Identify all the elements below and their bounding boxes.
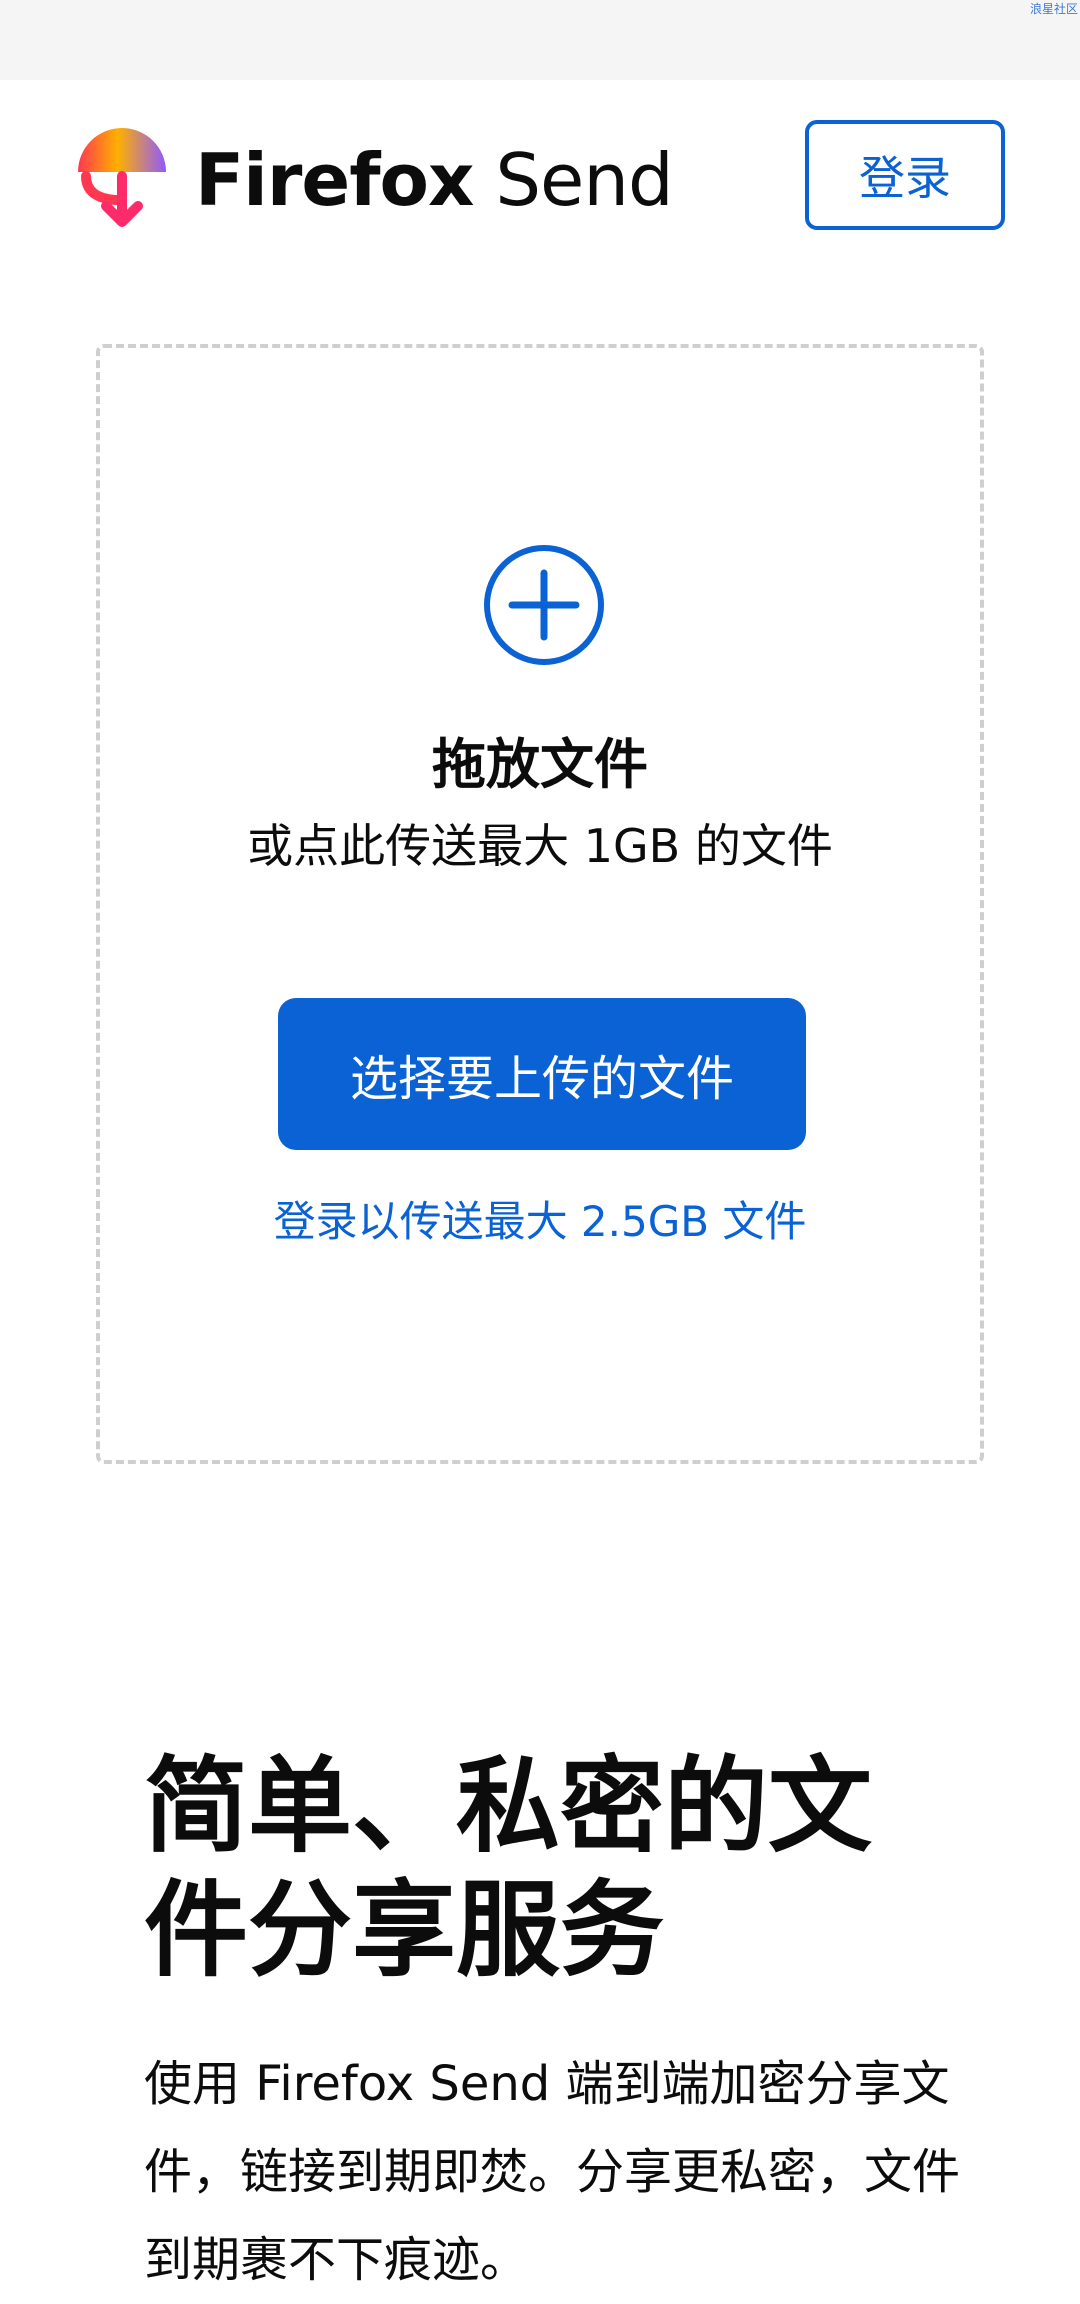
plus-circle-icon[interactable] xyxy=(482,543,606,667)
signin-upgrade-link[interactable]: 登录以传送最大 2.5GB 文件 xyxy=(100,1194,980,1250)
firefox-send-logo-icon[interactable] xyxy=(72,128,172,228)
brand-title: Firefox Send xyxy=(195,135,674,225)
watermark: 浪星社区 xyxy=(1029,2,1078,16)
intro-headline: 简单、私密的文件分享服务 xyxy=(144,1745,873,1991)
drop-title: 拖放文件 xyxy=(432,733,648,796)
brand-firefox: Firefox xyxy=(195,138,474,222)
brand-send: Send xyxy=(473,138,673,222)
choose-file-button[interactable]: 选择要上传的文件 xyxy=(278,998,806,1150)
drop-subtitle: 或点此传送最大 1GB 的文件 xyxy=(247,819,833,873)
site-header: Firefox Send 登录 xyxy=(0,80,1080,280)
file-drop-zone[interactable]: 拖放文件 或点此传送最大 1GB 的文件 选择要上传的文件 登录以传送最大 2.… xyxy=(96,344,984,1464)
signin-button[interactable]: 登录 xyxy=(805,120,1005,230)
intro-description: 使用 Firefox Send 端到端加密分享文件，链接到期即焚。分享更私密，文… xyxy=(144,2056,961,2288)
status-bar: 浪星社区 xyxy=(0,0,1080,80)
